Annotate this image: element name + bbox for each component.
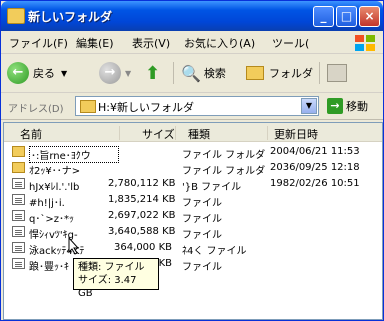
- search-icon: 🔍: [181, 63, 201, 83]
- back-arrow-icon: ←: [7, 62, 29, 84]
- list-item[interactable]: ｵ2ｯ¥･･ナ> ファイル フォルダ 2036/09/25 12:18: [4, 160, 382, 177]
- search-button[interactable]: 🔍 検索: [181, 60, 226, 86]
- file-date: 2004/06/21 11:53: [270, 146, 360, 157]
- file-type: ファイル: [182, 214, 222, 225]
- go-button[interactable]: → 移動: [327, 98, 368, 114]
- file-type: ファイル: [182, 230, 222, 241]
- toolbar-separator: [173, 62, 174, 84]
- forward-button[interactable]: → ▼: [99, 60, 131, 86]
- file-type: ファイル: [182, 198, 222, 209]
- file-type: ファイル フォルダ: [182, 150, 266, 161]
- up-folder-button[interactable]: ⬆: [145, 60, 160, 86]
- file-type: ファイル: [182, 262, 222, 273]
- file-name: hJx¥ﾚl.'.'lb: [29, 182, 80, 193]
- close-button[interactable]: ×: [359, 6, 380, 27]
- menu-bar: ファイル(F) 編集(E) 表示(V) お気に入り(A) ツール(: [1, 31, 383, 54]
- file-size: 364,000 KB: [114, 242, 172, 253]
- address-bar: アドレス(D) H:¥新しいフォルダ ▼ → 移動: [1, 93, 383, 120]
- list-item[interactable]: 悍ｼｨvﾂ'ｷg- 3,640,588 KB ファイル: [4, 224, 382, 241]
- window-title: 新しいフォルダ: [28, 10, 113, 24]
- address-label: アドレス(D): [8, 104, 64, 115]
- file-size: 2,780,112 KB: [108, 178, 176, 189]
- column-date[interactable]: 更新日時: [274, 126, 374, 141]
- file-type: ファイル フォルダ: [182, 166, 266, 177]
- file-icon: [12, 178, 25, 189]
- list-item[interactable]: 踉･豐ｯ･ｷ KB ファイル: [4, 256, 382, 273]
- file-name: ｵ2ｯ¥･･ナ>: [29, 166, 81, 177]
- file-icon: [12, 258, 25, 269]
- toolbar-separator: [319, 62, 320, 84]
- file-type: '}B ファイル: [182, 182, 242, 193]
- folder-icon: [12, 146, 25, 157]
- maximize-button[interactable]: □: [336, 6, 357, 27]
- title-bar[interactable]: 新しいフォルダ _ □ ×: [1, 1, 383, 31]
- file-date: 2036/09/25 12:18: [270, 162, 360, 173]
- mouse-cursor-icon: [68, 237, 80, 255]
- file-size: 2,697,022 KB: [108, 210, 176, 221]
- list-item[interactable]: q･`>z･*ｯ 2,697,022 KB ファイル: [4, 208, 382, 225]
- windows-logo-icon: [355, 35, 375, 51]
- menu-file[interactable]: ファイル(F): [9, 35, 68, 51]
- file-size: 1,835,214 KB: [108, 194, 176, 205]
- file-icon: [12, 194, 25, 205]
- file-list[interactable]: 名前 サイズ 種類 更新日時 ･:旨rne･ﾖｸウ ファイル フォルダ 2004…: [3, 122, 383, 320]
- menu-edit[interactable]: 編集(E): [76, 35, 114, 51]
- folders-label: フォルダ: [269, 67, 313, 80]
- file-icon: [12, 210, 25, 221]
- address-value: H:¥新しいフォルダ: [98, 101, 194, 114]
- folder-icon: [80, 100, 96, 113]
- file-date: 1982/02/26 10:51: [270, 178, 360, 189]
- views-icon: [327, 64, 347, 82]
- go-arrow-icon: →: [327, 98, 343, 114]
- tooltip-type: 種類: ファイル: [78, 262, 145, 273]
- file-name: q･`>z･*ｯ: [29, 214, 74, 225]
- up-folder-icon: ⬆: [145, 62, 161, 84]
- file-icon: [12, 226, 25, 237]
- list-item[interactable]: 泳ackｯﾃ4Kﾃ 364,000 KB ﾈ4く ファイル: [4, 240, 382, 257]
- folders-button[interactable]: フォルダ: [246, 60, 313, 86]
- tooltip-size: サイズ: 3.47 GB: [78, 275, 137, 299]
- explorer-window: 新しいフォルダ _ □ × ファイル(F) 編集(E) 表示(V) お気に入り(…: [0, 0, 384, 321]
- column-name[interactable]: 名前: [20, 126, 120, 141]
- back-button[interactable]: ← 戻る ▼: [7, 60, 67, 86]
- file-icon: [12, 242, 25, 253]
- list-item[interactable]: #h!|j･i. 1,835,214 KB ファイル: [4, 192, 382, 209]
- file-info-tooltip: 種類: ファイル サイズ: 3.47 GB: [73, 258, 159, 299]
- address-input[interactable]: H:¥新しいフォルダ ▼: [75, 96, 319, 116]
- file-name: #h!|j･i.: [29, 198, 65, 209]
- chevron-down-icon[interactable]: ▼: [61, 69, 67, 78]
- menu-tools[interactable]: ツール(: [272, 35, 309, 51]
- column-header-row: 名前 サイズ 種類 更新日時: [4, 123, 382, 142]
- minimize-button[interactable]: _: [313, 6, 334, 27]
- chevron-down-icon[interactable]: ▼: [125, 69, 131, 78]
- list-item[interactable]: hJx¥ﾚl.'.'lb 2,780,112 KB '}B ファイル 1982/…: [4, 176, 382, 193]
- back-label: 戻る: [33, 67, 55, 80]
- views-button[interactable]: [327, 60, 347, 86]
- column-size[interactable]: サイズ: [142, 126, 176, 141]
- column-type[interactable]: 種類: [188, 126, 268, 141]
- menu-view[interactable]: 表示(V): [132, 35, 170, 51]
- go-label: 移動: [346, 100, 368, 113]
- folder-icon: [12, 162, 25, 173]
- menu-favorites[interactable]: お気に入り(A): [184, 35, 255, 51]
- chevron-down-icon[interactable]: ▼: [301, 98, 317, 114]
- file-type: ﾈ4く ファイル: [182, 246, 247, 257]
- folder-icon: [7, 8, 25, 24]
- search-label: 検索: [203, 67, 226, 80]
- forward-arrow-icon: →: [99, 62, 121, 84]
- folders-icon: [246, 66, 264, 80]
- list-item[interactable]: ･:旨rne･ﾖｸウ ファイル フォルダ 2004/06/21 11:53: [4, 144, 382, 163]
- file-size: 3,640,588 KB: [108, 226, 176, 237]
- toolbar: ← 戻る ▼ → ▼ ⬆ 🔍 検索 フォルダ: [1, 54, 383, 93]
